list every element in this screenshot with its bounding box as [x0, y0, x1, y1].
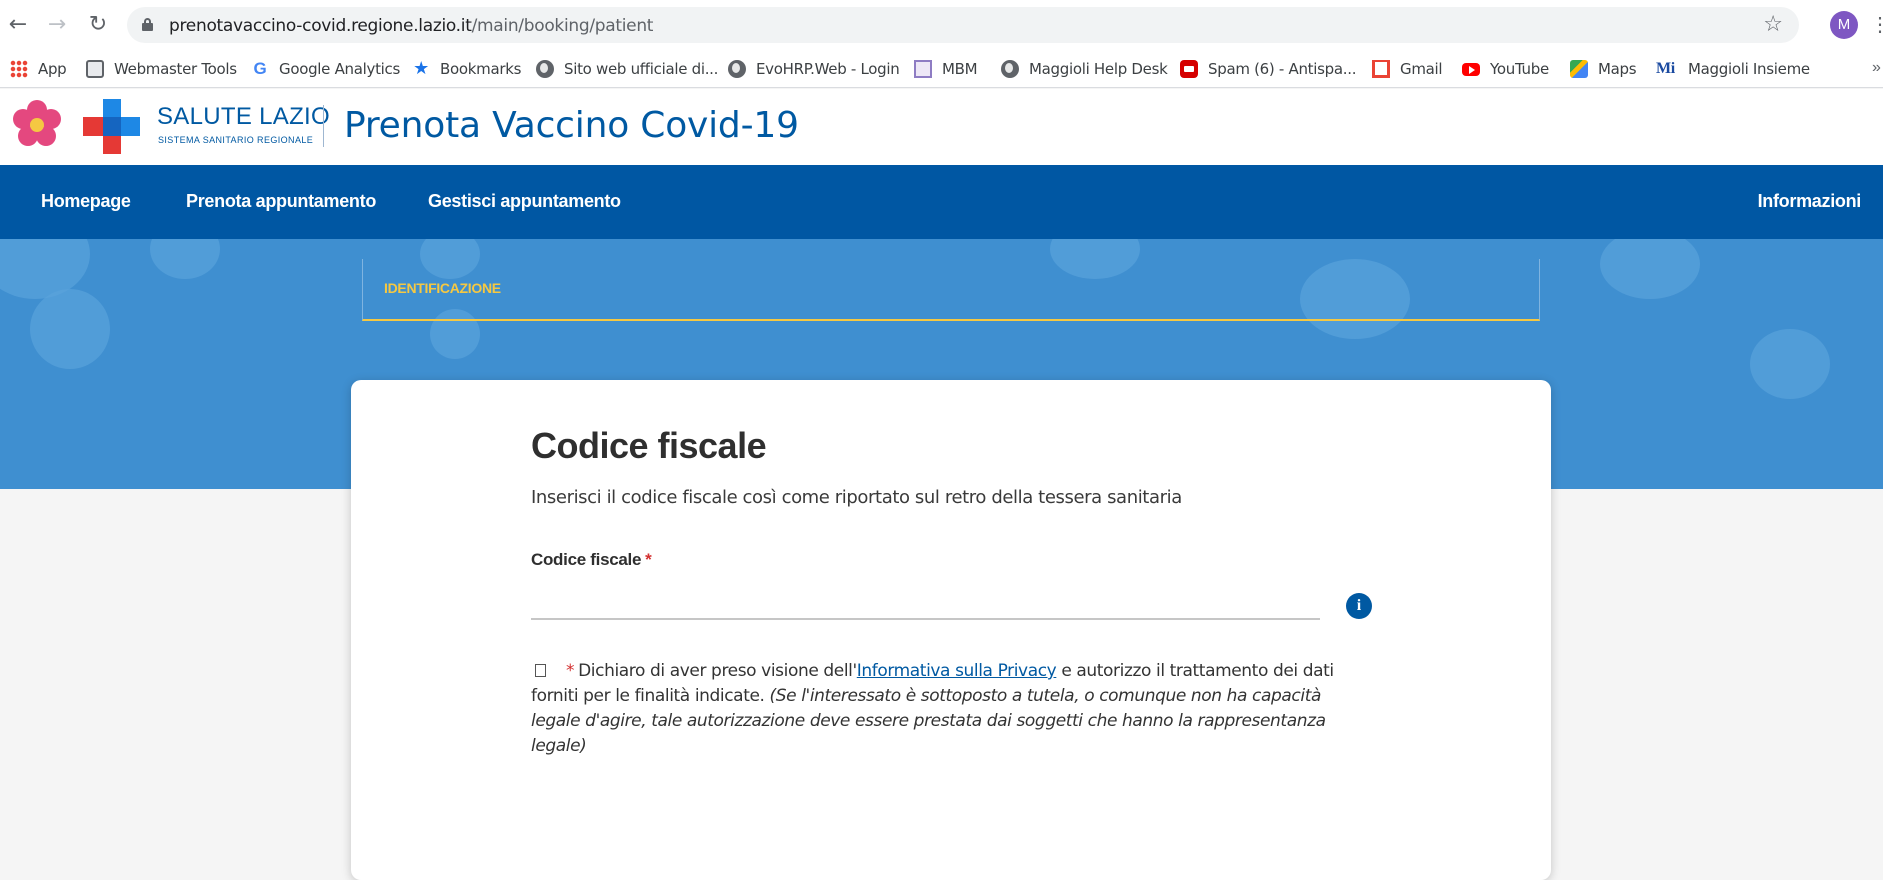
bookmark-gmail[interactable]: Gmail [1372, 50, 1443, 88]
bookmark-label: Gmail [1400, 60, 1443, 78]
browser-toolbar: ← → ↻ prenotavaccino-covid.regione.lazio… [0, 0, 1883, 50]
bookmark-spam[interactable]: Spam (6) - Antispa... [1180, 50, 1356, 88]
google-icon: G [253, 59, 267, 78]
site-title[interactable]: Prenota Vaccino Covid-19 [344, 105, 799, 146]
globe-icon [1001, 60, 1019, 78]
privacy-checkbox[interactable] [535, 664, 546, 677]
more-bookmarks-icon[interactable]: » [1872, 59, 1881, 77]
brand-separator [323, 105, 324, 147]
bookmark-label: EvoHRP.Web - Login [756, 60, 900, 78]
flower-logo-icon [13, 100, 61, 146]
bookmark-label: App [38, 60, 67, 78]
codice-fiscale-label: Codice fiscale * [531, 550, 652, 570]
reload-icon[interactable]: ↻ [85, 12, 111, 38]
required-mark: * [645, 550, 652, 569]
webmaster-icon [86, 60, 104, 78]
field-label-text: Codice fiscale [531, 550, 642, 569]
maps-icon [1570, 60, 1588, 78]
bookmark-label: MBM [942, 60, 978, 78]
back-arrow-icon[interactable]: ← [5, 12, 31, 38]
bookmark-youtube[interactable]: YouTube [1462, 50, 1549, 88]
brand-name: SALUTE LAZIO [157, 103, 330, 130]
youtube-icon [1462, 62, 1480, 76]
bookmark-label: Bookmarks [440, 60, 522, 78]
form-title: Codice fiscale [531, 425, 767, 466]
address-bar[interactable]: prenotavaccino-covid.regione.lazio.it/ma… [127, 7, 1799, 43]
nav-prenota-appuntamento[interactable]: Prenota appuntamento [186, 191, 376, 212]
lock-icon [142, 18, 153, 31]
spam-icon [1180, 60, 1198, 78]
bookmark-evohrp[interactable]: EvoHRP.Web - Login [728, 50, 900, 88]
mbm-icon [914, 60, 932, 78]
globe-icon [728, 60, 746, 78]
consent-text: Dichiaro di aver preso visione dell' [578, 661, 857, 681]
brand-subtitle: SISTEMA SANITARIO REGIONALE [158, 135, 314, 145]
nav-homepage[interactable]: Homepage [41, 191, 131, 212]
bookmark-star-icon[interactable]: ☆ [1763, 12, 1783, 37]
globe-icon [536, 60, 554, 78]
steps-indicator: IDENTIFICAZIONE [362, 259, 1540, 321]
bookmark-mbm[interactable]: MBM [914, 50, 978, 88]
nav-gestisci-appuntamento[interactable]: Gestisci appuntamento [428, 191, 621, 212]
bookmark-label: Sito web ufficiale di... [564, 60, 719, 78]
decorative-petal [30, 289, 110, 369]
bookmark-label: Maggioli Insieme [1688, 60, 1810, 78]
gmail-icon [1372, 60, 1390, 78]
decorative-petal [150, 239, 220, 279]
decorative-petal [1600, 239, 1700, 299]
cross-logo-icon [83, 99, 140, 154]
bookmark-label: YouTube [1490, 60, 1549, 78]
maggioli-icon: Mi [1656, 60, 1675, 77]
site-header: SALUTE LAZIO SISTEMA SANITARIO REGIONALE… [0, 89, 1883, 165]
main-nav: Homepage Prenota appuntamento Gestisci a… [0, 165, 1883, 239]
profile-avatar[interactable]: M [1830, 11, 1858, 39]
privacy-consent: * Dichiaro di aver preso visione dell'Inf… [531, 659, 1371, 759]
codice-fiscale-input[interactable] [531, 580, 1320, 620]
nav-informazioni[interactable]: Informazioni [1758, 191, 1862, 212]
bookmark-label: Google Analytics [279, 60, 400, 78]
bookmark-label: Maggioli Help Desk [1029, 60, 1168, 78]
bookmarks-bar: App Webmaster Tools G Google Analytics ★ B… [0, 50, 1883, 88]
url-path: /main/booking/patient [471, 16, 654, 36]
info-icon[interactable]: i [1346, 593, 1372, 619]
bookmark-bookmarks[interactable]: ★ Bookmarks [412, 50, 521, 88]
star-icon: ★ [413, 58, 429, 79]
bookmark-maggioli-help-desk[interactable]: Maggioli Help Desk [1001, 50, 1168, 88]
bookmark-maggioli-insieme[interactable]: Mi Maggioli Insieme [1656, 50, 1810, 88]
form-card: Codice fiscale Inserisci il codice fisca… [351, 380, 1551, 880]
form-intro: Inserisci il codice fiscale così come ri… [531, 487, 1182, 508]
decorative-petal [1750, 329, 1830, 399]
bookmark-label: Maps [1598, 60, 1637, 78]
step-identificazione: IDENTIFICAZIONE [384, 280, 501, 296]
bookmark-webmaster-tools[interactable]: Webmaster Tools [86, 50, 237, 88]
bookmark-label: Spam (6) - Antispa... [1208, 60, 1357, 78]
url-text: prenotavaccino-covid.regione.lazio.it/ma… [169, 16, 653, 36]
privacy-policy-link[interactable]: Informativa sulla Privacy [857, 661, 1057, 681]
browser-menu-icon[interactable]: ⋮ [1870, 12, 1883, 37]
bookmark-label: Webmaster Tools [114, 60, 237, 78]
forward-arrow-icon[interactable]: → [44, 12, 70, 38]
bookmark-app[interactable]: App [10, 50, 67, 88]
bookmark-google-analytics[interactable]: G Google Analytics [251, 50, 401, 88]
required-mark: * [566, 661, 575, 681]
apps-grid-icon [10, 60, 28, 78]
bookmark-maps[interactable]: Maps [1570, 50, 1637, 88]
bookmark-sito-web[interactable]: Sito web ufficiale di... [536, 50, 718, 88]
url-host: prenotavaccino-covid.regione.lazio.it [169, 16, 472, 36]
